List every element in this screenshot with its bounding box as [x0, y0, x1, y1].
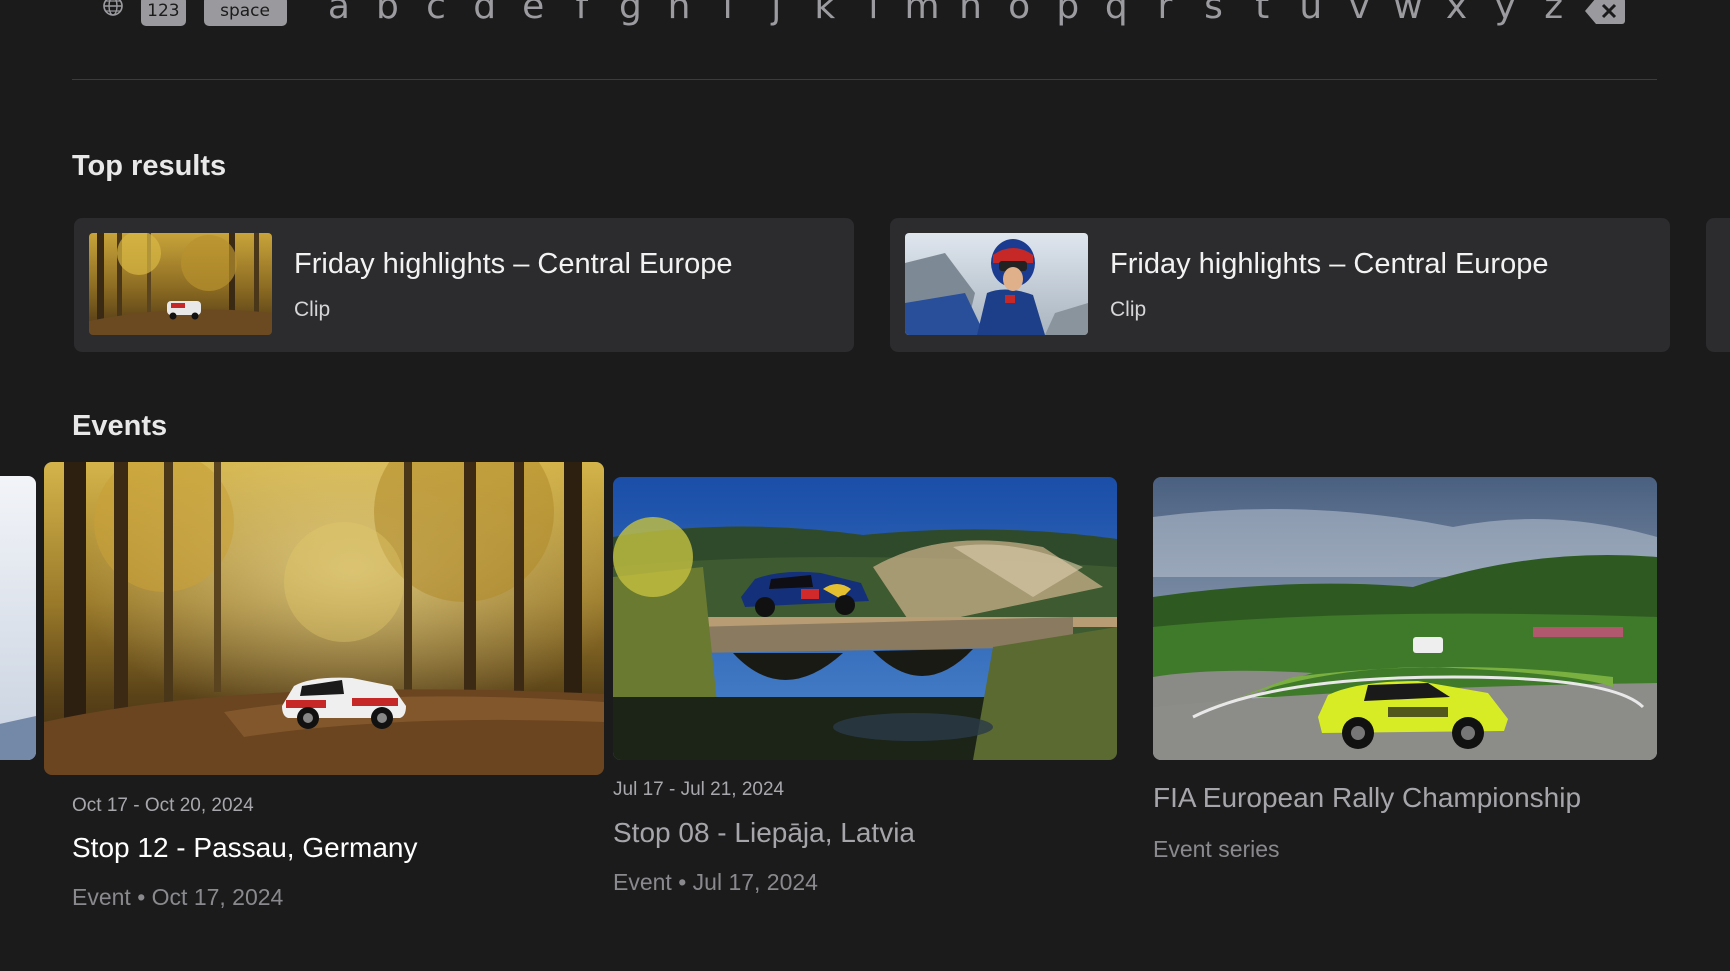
- key-d[interactable]: d: [460, 0, 509, 27]
- event-meta: Event • Oct 17, 2024: [72, 884, 284, 910]
- key-e[interactable]: e: [509, 0, 558, 27]
- event-meta: Event series: [1153, 836, 1280, 862]
- event-card-peek[interactable]: [0, 476, 36, 760]
- key-o[interactable]: o: [995, 0, 1044, 27]
- key-c[interactable]: c: [412, 0, 461, 27]
- key-s[interactable]: s: [1189, 0, 1238, 27]
- key-m[interactable]: m: [898, 0, 947, 27]
- event-meta: Event • Jul 17, 2024: [613, 869, 818, 895]
- result-thumbnail-forest-rally: [89, 233, 272, 335]
- globe-icon[interactable]: [96, 0, 129, 24]
- key-t[interactable]: t: [1238, 0, 1287, 27]
- onscreen-keyboard: 123 space a b c d e f g h i j k l m n o …: [96, 0, 1626, 27]
- result-title: Friday highlights – Central Europe: [1110, 248, 1549, 280]
- key-g[interactable]: g: [606, 0, 655, 27]
- key-n[interactable]: n: [946, 0, 995, 27]
- space-key[interactable]: space: [203, 0, 287, 26]
- key-i[interactable]: i: [703, 0, 752, 27]
- top-results-heading: Top results: [72, 150, 227, 182]
- key-a[interactable]: a: [315, 0, 364, 27]
- key-w[interactable]: w: [1384, 0, 1433, 27]
- keyboard-divider: [72, 79, 1657, 80]
- key-j[interactable]: j: [752, 0, 801, 27]
- numbers-key[interactable]: 123: [141, 0, 186, 26]
- event-image-bridge-rally[interactable]: [613, 477, 1117, 760]
- event-image-yellow-rally-car[interactable]: [1153, 477, 1657, 760]
- letter-keys: a b c d e f g h i j k l m n o p q r s t …: [315, 0, 1578, 27]
- key-x[interactable]: x: [1432, 0, 1481, 27]
- event-date: Oct 17 - Oct 20, 2024: [72, 795, 254, 816]
- event-image-forest-rally[interactable]: [44, 462, 604, 775]
- key-b[interactable]: b: [363, 0, 412, 27]
- key-k[interactable]: k: [801, 0, 850, 27]
- key-p[interactable]: p: [1043, 0, 1092, 27]
- key-q[interactable]: q: [1092, 0, 1141, 27]
- key-u[interactable]: u: [1286, 0, 1335, 27]
- key-r[interactable]: r: [1141, 0, 1190, 27]
- key-v[interactable]: v: [1335, 0, 1384, 27]
- key-y[interactable]: y: [1481, 0, 1530, 27]
- event-title: FIA European Rally Championship: [1153, 782, 1582, 813]
- result-title: Friday highlights – Central Europe: [294, 248, 733, 280]
- key-z[interactable]: z: [1529, 0, 1578, 27]
- key-f[interactable]: f: [558, 0, 607, 27]
- result-type: Clip: [294, 298, 331, 321]
- search-screen: 123 space a b c d e f g h i j k l m n o …: [0, 0, 1730, 971]
- event-title: Stop 08 - Liepāja, Latvia: [613, 817, 915, 848]
- key-l[interactable]: l: [849, 0, 898, 27]
- top-result-card[interactable]: Friday highlights – Central Europe Clip: [890, 218, 1670, 352]
- key-h[interactable]: h: [655, 0, 704, 27]
- delete-key-icon[interactable]: [1584, 0, 1626, 26]
- top-result-card[interactable]: Friday highlights – Central Europe Clip: [74, 218, 854, 352]
- events-heading: Events: [72, 410, 168, 442]
- top-result-card-peek[interactable]: [1706, 218, 1730, 352]
- result-thumbnail-driver-helmet: [905, 233, 1088, 335]
- result-type: Clip: [1110, 298, 1147, 321]
- event-date: Jul 17 - Jul 21, 2024: [613, 779, 785, 800]
- event-title: Stop 12 - Passau, Germany: [72, 832, 418, 863]
